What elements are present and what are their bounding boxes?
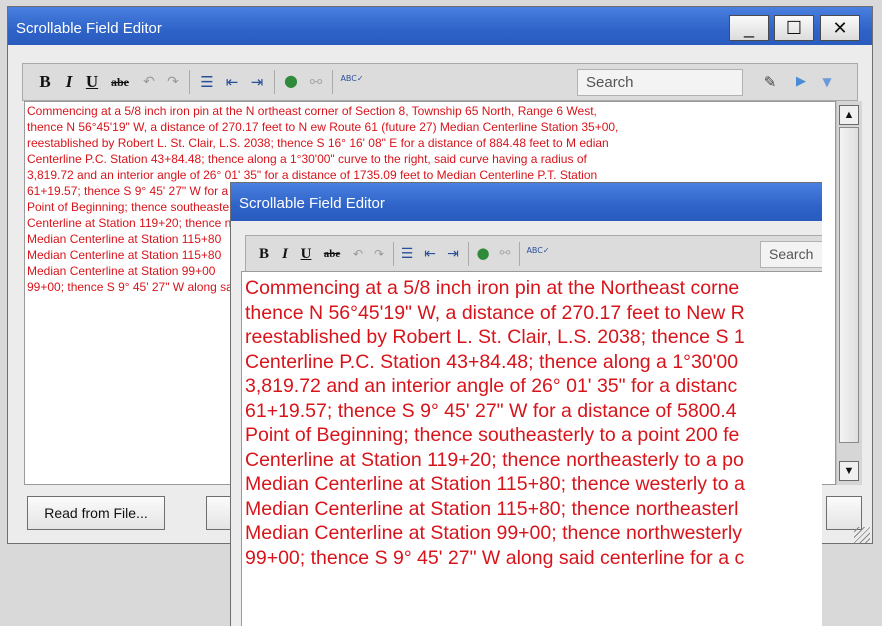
scroll-down-button[interactable]: ▼ — [839, 461, 859, 481]
minimize-button[interactable]: _ — [729, 15, 769, 41]
back-toolbar: B I U abe ↶ ↷ ☰ ⇤ ⇥ ● ⚯ ABC✓ Search ✎ ▶ … — [22, 63, 858, 101]
search-placeholder: Search — [769, 246, 814, 262]
text-line: Centerline P.C. Station 43+84.48; thence… — [27, 152, 587, 166]
right-button[interactable] — [826, 496, 862, 530]
redo-icon[interactable]: ↷ — [165, 73, 181, 91]
text-line: Centerline at Station 119+20; thence nor… — [245, 448, 744, 471]
scroll-thumb[interactable] — [839, 127, 859, 443]
vertical-scrollbar[interactable]: ▲ ▼ — [836, 101, 862, 485]
toolbar-separator — [332, 70, 333, 94]
close-button[interactable]: ✕ — [820, 15, 860, 41]
search-options-dropdown-icon[interactable]: ▼ — [819, 73, 835, 91]
insert-link-icon[interactable]: ● — [475, 244, 491, 262]
bullet-list-icon[interactable]: ☰ — [198, 73, 216, 91]
maximize-button[interactable]: ☐ — [774, 15, 814, 41]
back-search-input[interactable]: Search — [577, 69, 743, 96]
front-text-area[interactable]: Commencing at a 5/8 inch iron pin at the… — [241, 271, 822, 626]
text-line: reestablished by Robert L. St. Clair, L.… — [245, 326, 745, 348]
text-line: Median Centerline at Station 99+00; then… — [245, 522, 743, 544]
undo-icon[interactable]: ↶ — [141, 73, 157, 91]
italic-button[interactable]: I — [278, 245, 292, 263]
outdent-icon[interactable]: ⇤ — [422, 245, 438, 263]
text-line: Median Centerline at Station 115+80; the… — [245, 473, 745, 495]
strikethrough-button[interactable]: abe — [107, 73, 133, 91]
toolbar-separator — [519, 242, 520, 266]
text-line: Median Centerline at Station 115+80; the… — [245, 497, 739, 520]
scroll-up-button[interactable]: ▲ — [839, 105, 859, 125]
text-line: reestablished by Robert L. St. Clair, L.… — [27, 136, 609, 150]
text-line: Commencing at a 5/8 inch iron pin at the… — [27, 104, 597, 118]
bold-button[interactable]: B — [257, 245, 271, 263]
underline-button[interactable]: U — [299, 245, 313, 263]
text-line: thence N 56°45'19" W, a distance of 270.… — [245, 301, 745, 324]
text-line: Point of Beginning; thence southeasterly… — [245, 424, 740, 446]
strikethrough-button[interactable]: abe — [320, 245, 344, 263]
spell-check-icon[interactable]: ABC✓ — [524, 242, 552, 260]
toolbar-separator — [274, 70, 275, 94]
front-search-input[interactable]: Search — [760, 241, 822, 268]
text-line: 61+19.57; thence S 9° 45' 27" W for a di… — [245, 399, 737, 422]
read-from-file-label: Read from File... — [44, 505, 148, 521]
redo-icon[interactable]: ↷ — [372, 245, 386, 263]
back-title-bar[interactable]: Scrollable Field Editor _ ☐ ✕ — [8, 7, 872, 45]
remove-link-icon[interactable]: ⚯ — [307, 73, 325, 91]
next-result-icon[interactable]: ▶ — [793, 73, 809, 91]
spell-check-icon[interactable]: ABC✓ — [337, 70, 367, 88]
text-line: 3,819.72 and an interior angle of 26° 01… — [27, 168, 598, 182]
bold-button[interactable]: B — [38, 73, 52, 91]
text-line: 3,819.72 and an interior angle of 26° 01… — [245, 375, 738, 397]
toolbar-separator — [393, 242, 394, 266]
indent-icon[interactable]: ⇥ — [248, 73, 266, 91]
remove-link-icon[interactable]: ⚯ — [497, 245, 513, 263]
front-title-bar[interactable]: Scrollable Field Editor — [231, 183, 822, 221]
resize-grip-icon[interactable] — [854, 527, 870, 543]
indent-icon[interactable]: ⇥ — [445, 245, 461, 263]
front-window-title: Scrollable Field Editor — [239, 195, 385, 212]
back-window-title: Scrollable Field Editor — [16, 20, 162, 37]
undo-icon[interactable]: ↶ — [351, 245, 365, 263]
read-from-file-button[interactable]: Read from File... — [27, 496, 165, 530]
bullet-list-icon[interactable]: ☰ — [399, 245, 415, 263]
front-toolbar: B I U abe ↶ ↷ ☰ ⇤ ⇥ ● ⚯ ABC✓ Search — [245, 235, 822, 273]
text-line: Commencing at a 5/8 inch iron pin at the… — [245, 277, 740, 299]
outdent-icon[interactable]: ⇤ — [223, 73, 241, 91]
underline-button[interactable]: U — [85, 73, 99, 91]
clear-search-icon[interactable]: ✎ — [761, 73, 779, 91]
toolbar-separator — [468, 242, 469, 266]
text-line: 99+00; thence S 9° 45' 27" W along said … — [245, 546, 745, 569]
text-line: thence N 56°45'19" W, a distance of 270.… — [27, 120, 619, 134]
italic-button[interactable]: I — [62, 73, 76, 91]
front-editor-window: Scrollable Field Editor B I U abe ↶ ↷ ☰ … — [230, 182, 822, 626]
insert-link-icon[interactable]: ● — [282, 72, 300, 90]
search-placeholder: Search — [586, 74, 634, 91]
text-line: Centerline P.C. Station 43+84.48; thence… — [245, 350, 739, 373]
toolbar-separator — [189, 70, 190, 94]
